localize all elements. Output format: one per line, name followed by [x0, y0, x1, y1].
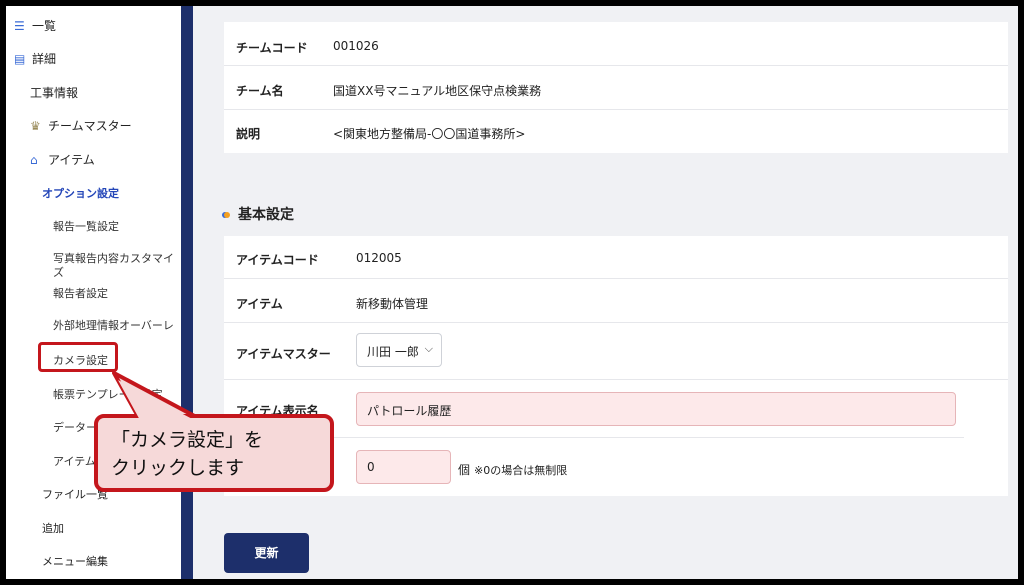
document-icon: ▤ [14, 52, 26, 66]
team-description-row: 説明 <関東地方整備局-〇〇国道事務所> [224, 110, 1008, 153]
sidebar-item-report-list-settings[interactable]: 報告一覧設定 [53, 218, 119, 234]
sidebar-item-label: 外部地理情報オーバーレイ [53, 319, 174, 332]
item-code-row: アイテムコード 012005 [224, 236, 1008, 279]
sidebar-item-label: アイテム [48, 153, 95, 167]
team-name-row: チーム名 国道XX号マニュアル地区保守点検業務 [224, 66, 1008, 110]
sidebar-item-list[interactable]: ☰ 一覧 [14, 17, 56, 34]
chevron-down-icon: ⌵ [424, 342, 433, 355]
team-info-card: チームコード 001026 チーム名 国道XX号マニュアル地区保守点検業務 説明… [224, 22, 1008, 153]
item-value: 新移動体管理 [356, 297, 429, 311]
sidebar-item-menu-edit[interactable]: メニュー編集 [42, 553, 108, 569]
team-name-value: 国道XX号マニュアル地区保守点検業務 [333, 84, 542, 98]
sidebar-divider [181, 6, 193, 579]
sidebar-item-label: 写真報告内容カスタマイズ [53, 252, 174, 279]
sidebar-item-detail[interactable]: ▤ 詳細 [14, 50, 56, 67]
sidebar-item-label: 詳細 [32, 52, 57, 66]
sidebar-item-photo-report-customize[interactable]: 写真報告内容カスタマイズ [53, 252, 183, 280]
sidebar-item-label: カメラ設定 [53, 354, 108, 367]
list-icon: ☰ [14, 19, 25, 33]
sidebar-item-option-settings[interactable]: オプション設定 [42, 185, 119, 201]
sidebar-item-label: アイテム [53, 455, 96, 468]
team-name-label: チーム名 [236, 84, 284, 98]
sidebar-item-label: 工事情報 [30, 86, 79, 100]
sidebar-item-form-template-settings[interactable]: 帳票テンプレート設定 [53, 386, 163, 402]
sidebar-item-label: 一覧 [32, 19, 57, 33]
section-bullet-icon [224, 212, 230, 218]
sidebar-item-camera-settings[interactable]: カメラ設定 [53, 352, 108, 368]
section-title-text: 基本設定 [238, 207, 294, 223]
basic-settings-heading: 基本設定 [224, 204, 294, 224]
sidebar-item-item-sub[interactable]: アイテム [53, 453, 96, 469]
team-description-label: 説明 [236, 127, 261, 141]
sidebar-item-item[interactable]: ⌂ アイテム [30, 151, 95, 168]
sidebar-item-label: 帳票テンプレート設定 [53, 388, 163, 401]
team-code-value: 001026 [333, 39, 379, 53]
update-button[interactable]: 更新 [224, 533, 309, 573]
sidebar-item-external-geo-overlay[interactable]: 外部地理情報オーバーレイ [53, 319, 183, 333]
item-label: アイテム [236, 297, 283, 311]
crown-icon: ♛ [30, 119, 41, 133]
sidebar-item-team-master[interactable]: ♛ チームマスター [30, 117, 132, 134]
sidebar-item-label: 報告者設定 [53, 287, 108, 300]
sidebar-item-add[interactable]: 追加 [42, 520, 64, 536]
team-code-row: チームコード 001026 [224, 22, 1008, 66]
callout-line-2: クリックします [111, 457, 245, 479]
limit-count-input[interactable]: 0 [356, 450, 451, 484]
sidebar-item-label: 報告一覧設定 [53, 220, 119, 233]
item-master-label: アイテムマスター [236, 347, 331, 361]
sidebar-item-label: データー [53, 421, 97, 434]
sidebar-item-reporter-settings[interactable]: 報告者設定 [53, 285, 108, 301]
basic-settings-card: アイテムコード 012005 アイテム 新移動体管理 アイテムマスター アイテム… [224, 236, 1008, 496]
item-code-value: 012005 [356, 251, 402, 265]
store-icon: ⌂ [30, 153, 38, 167]
item-master-selected-value: 川田 一郎 [367, 345, 419, 359]
item-master-row: アイテムマスター [224, 323, 1008, 380]
sidebar: ☰ 一覧 ▤ 詳細 工事情報 ♛ チームマスター ⌂ アイテム オプション設定 報告一覧… [6, 6, 181, 579]
limit-unit: 個 [458, 463, 471, 477]
team-code-label: チームコード [236, 41, 308, 55]
item-row: アイテム 新移動体管理 [224, 279, 1008, 323]
team-description-value: <関東地方整備局-〇〇国道事務所> [333, 127, 526, 141]
item-display-name-input[interactable]: パトロール履歴 [356, 392, 956, 426]
limit-count-value: 0 [367, 460, 375, 474]
sidebar-item-label: チームマスター [48, 119, 132, 133]
limit-note: ※0の場合は無制限 [474, 464, 568, 477]
screenshot-frame: ☰ 一覧 ▤ 詳細 工事情報 ♛ チームマスター ⌂ アイテム オプション設定 報告一覧… [0, 0, 1024, 585]
callout-text: 「カメラ設定」を クリックします [111, 426, 263, 482]
sidebar-item-construction-info[interactable]: 工事情報 [30, 84, 78, 101]
sidebar-item-label: オプション設定 [42, 187, 119, 200]
callout-line-1: 「カメラ設定」を [111, 429, 264, 451]
sidebar-item-label: 追加 [42, 522, 64, 535]
item-display-name-value: パトロール履歴 [367, 404, 452, 418]
sidebar-item-data[interactable]: データー [53, 419, 97, 435]
item-master-select[interactable]: 川田 一郎 ⌵ [356, 333, 442, 367]
item-code-label: アイテムコード [236, 253, 319, 267]
sidebar-item-label: メニュー編集 [42, 555, 108, 568]
